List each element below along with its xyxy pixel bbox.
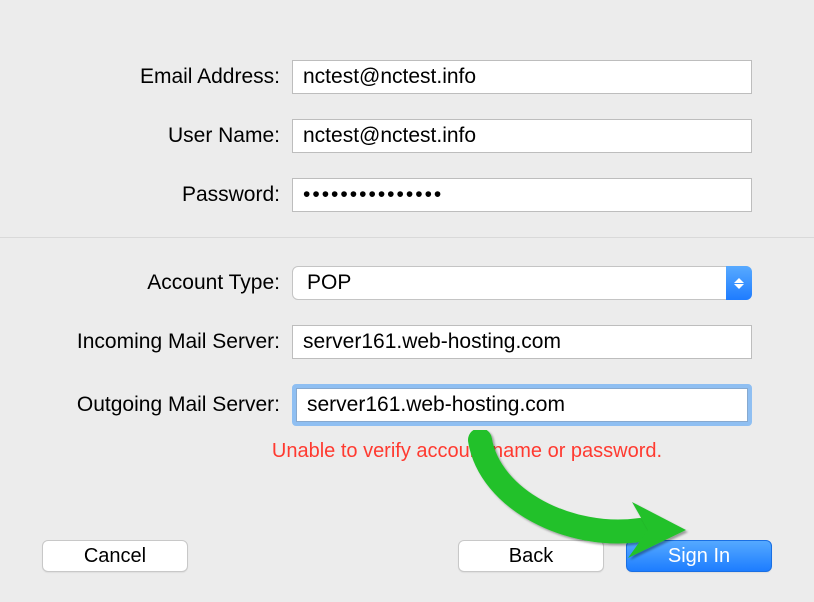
incoming-server-field[interactable] <box>292 325 752 359</box>
account-type-label: Account Type: <box>0 271 292 295</box>
outgoing-server-label: Outgoing Mail Server: <box>0 393 292 417</box>
account-type-value: POP <box>307 271 351 295</box>
account-type-select[interactable]: POP <box>292 266 752 300</box>
password-field[interactable] <box>292 178 752 212</box>
outgoing-server-field[interactable] <box>296 388 748 422</box>
email-label: Email Address: <box>0 65 292 89</box>
account-setup-form: Email Address: User Name: Password: Acco… <box>0 0 814 463</box>
incoming-server-label: Incoming Mail Server: <box>0 330 292 354</box>
username-field[interactable] <box>292 119 752 153</box>
password-label: Password: <box>0 183 292 207</box>
sign-in-button[interactable]: Sign In <box>626 540 772 572</box>
chevron-up-down-icon <box>726 266 752 300</box>
section-divider <box>0 237 814 238</box>
back-button[interactable]: Back <box>458 540 604 572</box>
email-field[interactable] <box>292 60 752 94</box>
error-message: Unable to verify account name or passwor… <box>272 440 662 462</box>
username-label: User Name: <box>0 124 292 148</box>
button-bar: Cancel Back Sign In <box>0 540 814 572</box>
cancel-button[interactable]: Cancel <box>42 540 188 572</box>
